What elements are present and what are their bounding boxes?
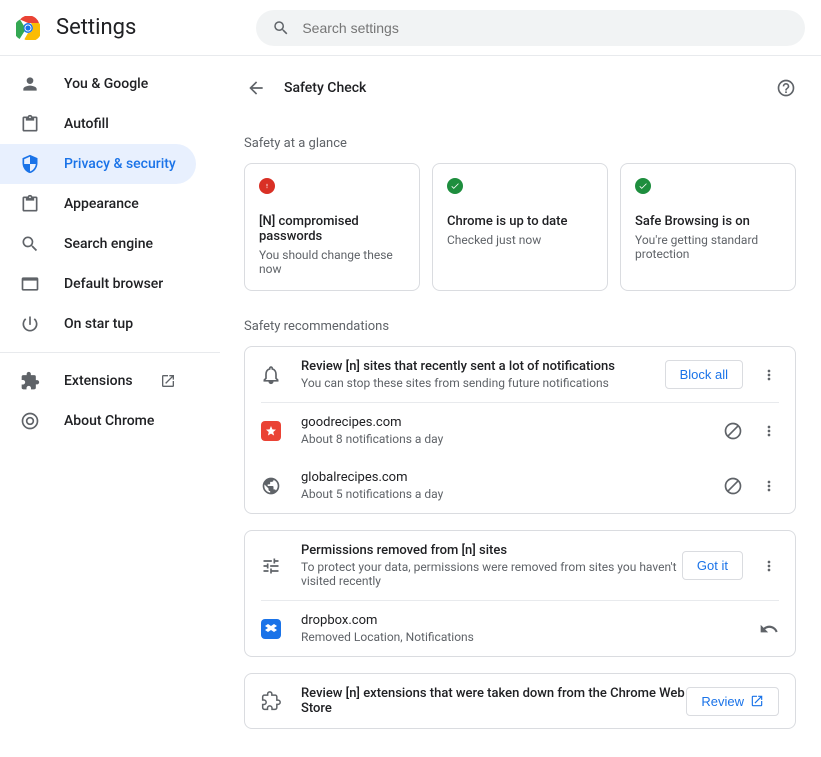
card-chrome-up-to-date[interactable]: Chrome is up to date Checked just now bbox=[432, 163, 608, 291]
site-row: goodrecipes.com About 8 notifications a … bbox=[245, 403, 795, 458]
glance-cards: [N] compromised passwords You should cha… bbox=[244, 163, 796, 291]
more-vert-icon bbox=[761, 367, 777, 383]
app-title: Settings bbox=[56, 15, 136, 40]
check-badge-icon bbox=[635, 178, 651, 194]
sidebar-item-default-browser[interactable]: Default browser bbox=[0, 264, 196, 304]
sidebar-item-you-and-google[interactable]: You & Google bbox=[0, 64, 196, 104]
undo-icon[interactable] bbox=[759, 619, 779, 639]
sidebar-item-autofill[interactable]: Autofill bbox=[0, 104, 196, 144]
sidebar: You & Google Autofill Privacy & security… bbox=[0, 56, 220, 757]
sidebar-item-label: Extensions bbox=[64, 373, 160, 389]
got-it-button[interactable]: Got it bbox=[682, 551, 743, 580]
site-info: Removed Location, Notifications bbox=[301, 630, 743, 644]
search-icon bbox=[20, 234, 40, 254]
chrome-logo-icon bbox=[16, 16, 40, 40]
sidebar-item-label: You & Google bbox=[64, 76, 148, 92]
extensions-panel: Review [n] extensions that were taken do… bbox=[244, 673, 796, 729]
more-vert-icon bbox=[761, 478, 777, 494]
card-title: Safe Browsing is on bbox=[635, 214, 781, 229]
sidebar-item-label: Privacy & security bbox=[64, 156, 176, 172]
sidebar-separator bbox=[0, 352, 220, 353]
more-menu-button[interactable] bbox=[759, 423, 779, 439]
card-title: [N] compromised passwords bbox=[259, 214, 405, 244]
review-button-label: Review bbox=[701, 694, 744, 709]
sidebar-item-label: About Chrome bbox=[64, 413, 154, 429]
card-subtitle: You're getting standard protection bbox=[635, 233, 781, 261]
glance-heading: Safety at a glance bbox=[244, 136, 796, 151]
row-title: Permissions removed from [n] sites bbox=[301, 543, 682, 558]
sidebar-item-label: Appearance bbox=[64, 196, 139, 212]
site-row: globalrecipes.com About 5 notifications … bbox=[245, 458, 795, 513]
site-name: globalrecipes.com bbox=[301, 470, 707, 485]
notifications-panel: Review [n] sites that recently sent a lo… bbox=[244, 346, 796, 514]
row-title: Review [n] sites that recently sent a lo… bbox=[301, 359, 665, 374]
app-header: Settings bbox=[0, 0, 821, 56]
more-menu-button[interactable] bbox=[759, 367, 779, 383]
sidebar-item-label: Autofill bbox=[64, 116, 109, 132]
extension-icon bbox=[261, 691, 281, 711]
site-row: dropbox.com Removed Location, Notificati… bbox=[245, 601, 795, 656]
browser-icon bbox=[20, 274, 40, 294]
site-name: goodrecipes.com bbox=[301, 415, 707, 430]
more-menu-button[interactable] bbox=[759, 478, 779, 494]
page-title: Safety Check bbox=[284, 80, 776, 96]
paint-icon bbox=[20, 194, 40, 214]
row-subtitle: You can stop these sites from sending fu… bbox=[301, 376, 665, 390]
sidebar-item-label: Default browser bbox=[64, 276, 163, 292]
sidebar-item-label: On star tup bbox=[64, 316, 133, 332]
block-all-button[interactable]: Block all bbox=[665, 360, 743, 389]
sidebar-item-label: Search engine bbox=[64, 236, 153, 252]
extension-icon bbox=[20, 371, 40, 391]
notifications-header-row: Review [n] sites that recently sent a lo… bbox=[245, 347, 795, 402]
site-name: dropbox.com bbox=[301, 613, 743, 628]
shield-icon bbox=[20, 154, 40, 174]
card-subtitle: Checked just now bbox=[447, 233, 593, 247]
help-icon[interactable] bbox=[776, 78, 796, 98]
review-button[interactable]: Review bbox=[686, 687, 779, 716]
alert-badge-icon bbox=[259, 178, 275, 194]
site-info: About 5 notifications a day bbox=[301, 487, 707, 501]
tune-icon bbox=[261, 556, 281, 576]
extensions-row: Review [n] extensions that were taken do… bbox=[245, 674, 795, 728]
row-subtitle: To protect your data, permissions were r… bbox=[301, 560, 682, 588]
card-title: Chrome is up to date bbox=[447, 214, 593, 229]
arrow-back-icon bbox=[246, 78, 266, 98]
subheader: Safety Check bbox=[244, 68, 796, 108]
dropbox-favicon-icon bbox=[261, 619, 281, 639]
more-vert-icon bbox=[761, 558, 777, 574]
recs-heading: Safety recommendations bbox=[244, 319, 796, 334]
search-input[interactable] bbox=[302, 20, 789, 36]
open-external-icon bbox=[750, 694, 764, 708]
more-menu-button[interactable] bbox=[759, 558, 779, 574]
sidebar-item-on-startup[interactable]: On star tup bbox=[0, 304, 196, 344]
search-box[interactable] bbox=[256, 10, 805, 46]
block-icon[interactable] bbox=[723, 476, 743, 496]
open-external-icon bbox=[160, 373, 176, 389]
sidebar-item-privacy-security[interactable]: Privacy & security bbox=[0, 144, 196, 184]
globe-icon bbox=[261, 476, 281, 496]
chrome-outline-icon bbox=[20, 411, 40, 431]
site-info: About 8 notifications a day bbox=[301, 432, 707, 446]
person-icon bbox=[20, 74, 40, 94]
site-favicon-icon bbox=[261, 421, 281, 441]
card-compromised-passwords[interactable]: [N] compromised passwords You should cha… bbox=[244, 163, 420, 291]
bell-icon bbox=[261, 365, 281, 385]
sidebar-item-appearance[interactable]: Appearance bbox=[0, 184, 196, 224]
clipboard-icon bbox=[20, 114, 40, 134]
block-icon[interactable] bbox=[723, 421, 743, 441]
row-title: Review [n] extensions that were taken do… bbox=[301, 686, 686, 716]
permissions-header-row: Permissions removed from [n] sites To pr… bbox=[245, 531, 795, 600]
check-badge-icon bbox=[447, 178, 463, 194]
search-icon bbox=[272, 19, 290, 37]
sidebar-item-search-engine[interactable]: Search engine bbox=[0, 224, 196, 264]
sidebar-item-extensions[interactable]: Extensions bbox=[0, 361, 196, 401]
permissions-panel: Permissions removed from [n] sites To pr… bbox=[244, 530, 796, 657]
card-safe-browsing[interactable]: Safe Browsing is on You're getting stand… bbox=[620, 163, 796, 291]
sidebar-item-about-chrome[interactable]: About Chrome bbox=[0, 401, 196, 441]
power-icon bbox=[20, 314, 40, 334]
more-vert-icon bbox=[761, 423, 777, 439]
card-subtitle: You should change these now bbox=[259, 248, 405, 276]
back-button[interactable] bbox=[244, 76, 268, 100]
main-content: Safety Check Safety at a glance [N] comp… bbox=[220, 56, 820, 757]
